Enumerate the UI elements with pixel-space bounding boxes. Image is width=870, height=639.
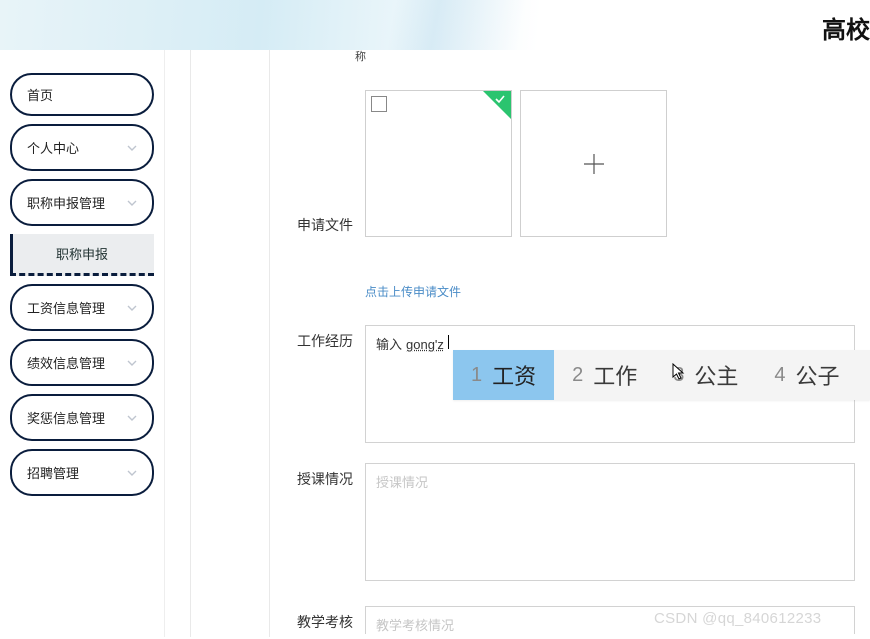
ime-word: 公主 (694, 359, 738, 391)
label-teaching: 授课情况 (290, 463, 365, 489)
ime-word: 工资 (492, 359, 536, 391)
check-icon (494, 93, 508, 107)
sidebar-item-title-apply[interactable]: 职称申报管理 (10, 179, 154, 226)
ime-word: 工作 (593, 359, 637, 391)
sidebar-item-label: 职称申报管理 (27, 193, 105, 212)
main-form: 申请文件 点击上传申请文件 工作经历 输入g (290, 40, 870, 637)
sidebar-item-salary[interactable]: 工资信息管理 (10, 284, 154, 331)
ime-word: 公子 (796, 359, 840, 391)
label-work-history: 工作经历 (290, 325, 365, 351)
ime-candidate[interactable]: 2 工作 (554, 350, 655, 400)
upload-add-button[interactable] (520, 90, 667, 237)
chevron-down-icon (127, 198, 137, 208)
sidebar-sub-label: 职称申报 (56, 247, 108, 262)
ime-candidate[interactable]: 4 公子 (756, 350, 857, 400)
sidebar-item-label: 工资信息管理 (27, 298, 105, 317)
chevron-down-icon (127, 413, 137, 423)
teaching-input[interactable] (365, 463, 855, 581)
sidebar-sub-title-apply[interactable]: 职称申报 (10, 234, 154, 276)
sidebar-item-label: 招聘管理 (27, 463, 79, 482)
plus-icon (580, 150, 608, 178)
work-history-prefix: 输入 (376, 334, 402, 353)
sidebar-item-personal[interactable]: 个人中心 (10, 124, 154, 171)
upload-thumb-uploaded[interactable] (365, 90, 512, 237)
upload-hint[interactable]: 点击上传申请文件 (365, 283, 870, 300)
sidebar-item-home[interactable]: 首页 (10, 73, 154, 116)
chevron-down-icon (127, 358, 137, 368)
ime-index: 1 (471, 364, 482, 387)
ime-index: 4 (774, 364, 785, 387)
sidebar-item-performance[interactable]: 绩效信息管理 (10, 339, 154, 386)
chevron-down-icon (127, 303, 137, 313)
chevron-down-icon (127, 468, 137, 478)
ime-candidate-bar[interactable]: 1 工资 2 工作 3 公主 4 公子 (453, 350, 870, 400)
sidebar-item-label: 首页 (27, 85, 53, 104)
sidebar: 首页 个人中心 职称申报管理 职称申报 工资信息管理 绩效信息管理 奖惩信息管理 (0, 50, 165, 637)
label-assessment: 教学考核 (290, 606, 365, 632)
text-cursor (448, 335, 449, 349)
label-apply-file: 申请文件 (290, 160, 365, 235)
secondary-panel (190, 50, 270, 637)
sidebar-item-reward[interactable]: 奖惩信息管理 (10, 394, 154, 441)
mouse-cursor-icon (672, 363, 686, 381)
sidebar-item-label: 个人中心 (27, 138, 79, 157)
header-title: 高校 (822, 10, 870, 45)
work-history-ime-text: gong'z (406, 337, 444, 352)
chevron-down-icon (127, 143, 137, 153)
watermark: CSDN @qq_840612233 (654, 610, 821, 627)
ime-candidate[interactable]: 3 公主 (655, 350, 756, 400)
sidebar-item-label: 奖惩信息管理 (27, 408, 105, 427)
sidebar-item-label: 绩效信息管理 (27, 353, 105, 372)
sidebar-item-recruit[interactable]: 招聘管理 (10, 449, 154, 496)
ime-index: 2 (572, 364, 583, 387)
ime-candidate[interactable]: 1 工资 (453, 350, 554, 400)
